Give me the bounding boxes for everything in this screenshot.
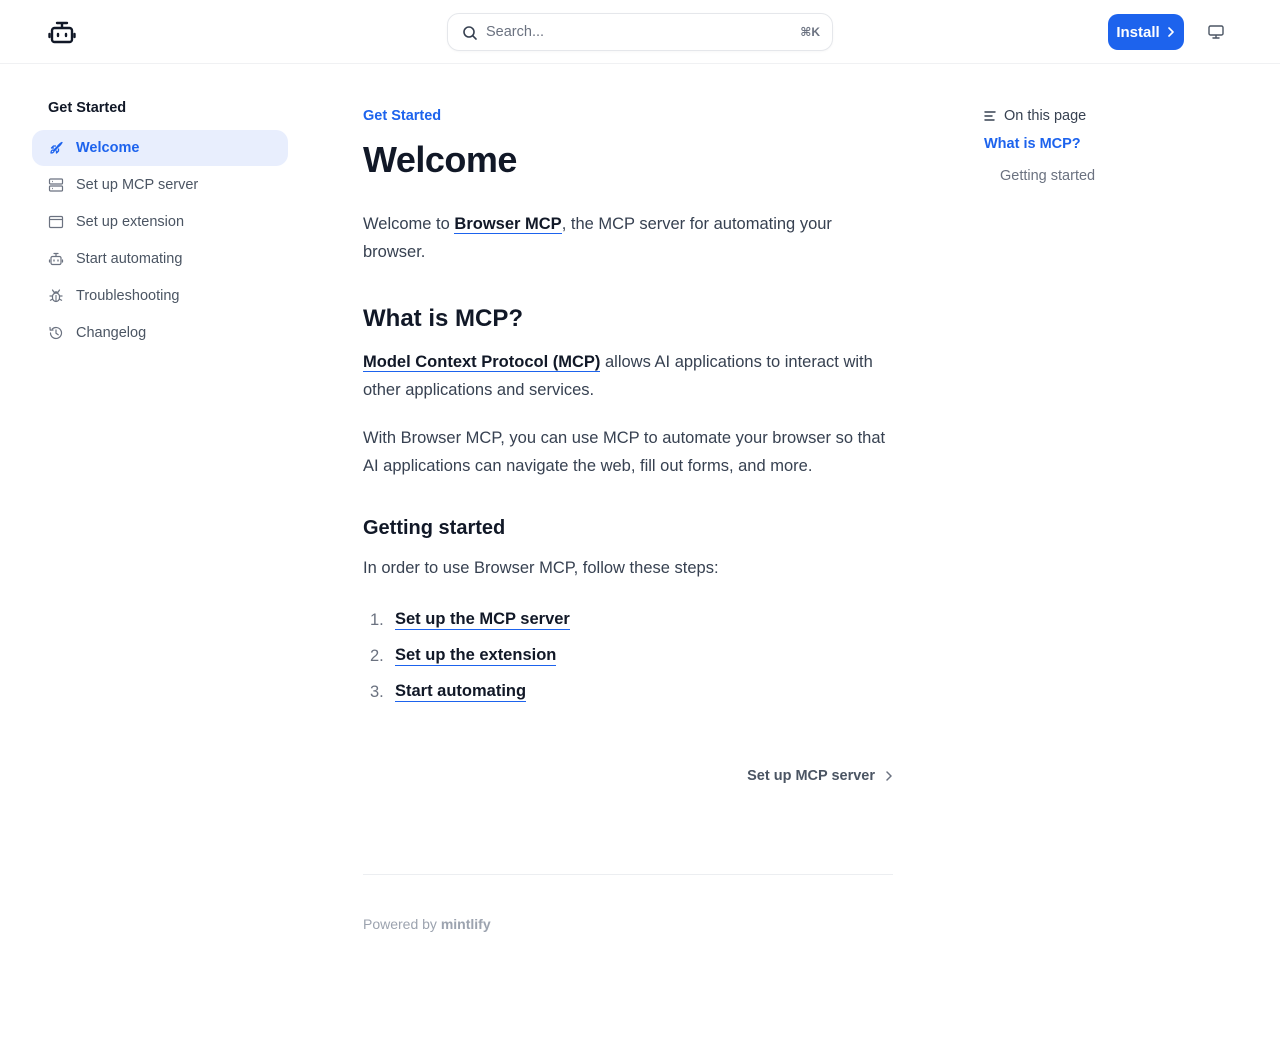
list-item: 1. Set up the MCP server	[363, 602, 893, 638]
step-number: 3.	[370, 682, 384, 701]
sidebar-item-label: Welcome	[76, 140, 140, 156]
next-page-label: Set up MCP server	[747, 768, 875, 784]
sidebar-heading: Get Started	[48, 100, 127, 116]
step-link-setup-extension[interactable]: Set up the extension	[395, 646, 557, 666]
list-icon	[984, 111, 996, 121]
rocket-icon	[50, 141, 63, 154]
browser-window-icon	[48, 215, 64, 229]
monitor-icon[interactable]	[1207, 24, 1225, 40]
next-page-link[interactable]: Set up MCP server	[747, 768, 893, 784]
bug-icon	[49, 289, 63, 303]
sidebar-item-changelog[interactable]: Changelog	[32, 315, 288, 351]
search-icon	[463, 26, 477, 40]
chevron-right-icon	[1167, 27, 1174, 37]
steps-intro: In order to use Browser MCP, follow thes…	[363, 559, 719, 577]
intro-paragraph: Welcome to Browser MCP, the MCP server f…	[363, 210, 893, 266]
section-eyebrow: Get Started	[363, 108, 442, 124]
search-shortcut: ⌘K	[800, 25, 820, 39]
history-icon	[49, 326, 63, 340]
sidebar-item-troubleshooting[interactable]: Troubleshooting	[32, 278, 288, 314]
sidebar-item-set-up-extension[interactable]: Set up extension	[32, 204, 288, 240]
powered-by-footer[interactable]: Powered by mintlify	[363, 916, 491, 932]
sidebar-item-label: Troubleshooting	[76, 288, 180, 304]
main-content: Get Started Welcome Welcome to Browser M…	[363, 100, 893, 932]
sidebar-item-start-automating[interactable]: Start automating	[32, 241, 288, 277]
robot-icon	[48, 252, 64, 266]
steps-list: 1. Set up the MCP server 2. Set up the e…	[363, 602, 893, 710]
list-item: 2. Set up the extension	[363, 638, 893, 674]
step-link-start-automating[interactable]: Start automating	[395, 682, 527, 702]
server-icon	[48, 178, 64, 192]
toc-item-getting-started[interactable]: Getting started	[984, 164, 1224, 188]
sidebar-item-label: Set up extension	[76, 214, 185, 230]
search-placeholder: Search...	[486, 24, 545, 40]
sidebar-item-label: Start automating	[76, 251, 183, 267]
step-number: 1.	[370, 610, 384, 629]
toc-heading-label: On this page	[1004, 108, 1087, 124]
list-item: 3. Start automating	[363, 674, 893, 710]
intro-text-before: Welcome to	[363, 215, 455, 233]
footer-divider	[363, 874, 893, 875]
browser-mcp-link[interactable]: Browser MCP	[454, 215, 562, 234]
what-is-mcp-heading: What is MCP?	[363, 305, 523, 332]
step-link-setup-server[interactable]: Set up the MCP server	[395, 610, 570, 630]
sidebar: Get Started Welcome Set up MCP server Se…	[32, 96, 288, 352]
install-button[interactable]: Install	[1108, 14, 1184, 50]
mcp-definition-paragraph: Model Context Protocol (MCP) allows AI a…	[363, 348, 893, 404]
sidebar-nav: Welcome Set up MCP server Set up extensi…	[32, 130, 288, 351]
sidebar-item-label: Changelog	[76, 325, 147, 341]
step-number: 2.	[370, 646, 384, 665]
toc-heading: On this page	[984, 104, 1224, 128]
sidebar-item-label: Set up MCP server	[76, 177, 199, 193]
sidebar-item-welcome[interactable]: Welcome	[32, 130, 288, 166]
page-title: Welcome	[363, 139, 517, 180]
robot-logo-icon[interactable]	[48, 20, 76, 44]
powered-by-text: Powered by	[363, 916, 437, 932]
model-context-protocol-link[interactable]: Model Context Protocol (MCP)	[363, 353, 601, 372]
top-header: Search... ⌘K Install	[0, 0, 1280, 64]
sidebar-item-set-up-mcp-server[interactable]: Set up MCP server	[32, 167, 288, 203]
getting-started-heading: Getting started	[363, 517, 506, 539]
mintlify-brand: mintlify	[440, 916, 491, 932]
chevron-right-icon	[886, 771, 892, 781]
search-bar[interactable]: Search... ⌘K	[447, 13, 833, 51]
install-button-label: Install	[1116, 23, 1160, 41]
toc-item-what-is-mcp[interactable]: What is MCP?	[984, 132, 1224, 156]
table-of-contents: On this page What is MCP? Getting starte…	[984, 104, 1224, 188]
browser-mcp-paragraph: With Browser MCP, you can use MCP to aut…	[363, 429, 886, 475]
